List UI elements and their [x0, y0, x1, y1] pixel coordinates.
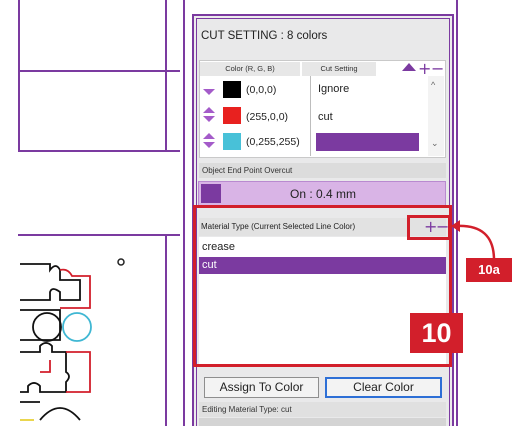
callout-10a-frame [407, 215, 451, 240]
move-up-icon[interactable] [402, 63, 416, 71]
chevron-down-icon[interactable] [203, 89, 215, 95]
remove-color-button[interactable]: − [431, 61, 444, 77]
color-column-header: Color (R, G, B) [200, 62, 300, 76]
clear-color-button[interactable]: Clear Color [325, 377, 442, 398]
cut-setting-value[interactable]: Ignore [318, 83, 349, 95]
editing-material-label: Editing Material Type: cut [199, 402, 446, 417]
color-rgb-value: (0,255,255) [246, 136, 300, 148]
design-canvas[interactable] [0, 0, 180, 426]
chevron-down-icon[interactable] [203, 142, 215, 148]
callout-10a-label: 10a [466, 258, 512, 282]
color-table-scrollbar[interactable]: ^ ⌄ [428, 76, 444, 156]
panel-bottom-strip [199, 418, 446, 426]
scroll-up-icon[interactable]: ^ [431, 80, 435, 90]
overcut-value: On : 0.4 mm [289, 187, 357, 201]
row-order-arrows[interactable] [203, 86, 215, 102]
chevron-up-icon[interactable] [203, 133, 215, 139]
overcut-toggle[interactable]: On : 0.4 mm [198, 181, 446, 206]
color-swatch-cyan [223, 133, 241, 150]
cut-setting-value[interactable]: cut [318, 111, 333, 123]
chevron-down-icon[interactable] [203, 116, 215, 122]
color-swatch-black [223, 81, 241, 98]
scroll-down-icon[interactable]: ⌄ [431, 138, 439, 149]
color-rgb-value: (0,0,0) [246, 84, 277, 96]
panel-title: CUT SETTING : 8 colors [201, 30, 328, 42]
assign-to-color-button[interactable]: Assign To Color [204, 377, 319, 398]
row-order-arrows[interactable] [203, 133, 215, 149]
callout-10-label: 10 [410, 313, 463, 353]
overcut-section-label: Object End Point Overcut [199, 163, 446, 178]
add-color-button[interactable]: + [418, 61, 431, 77]
row-order-arrows[interactable] [203, 107, 215, 123]
color-rgb-value: (255,0,0) [246, 111, 289, 123]
canvas-artwork [20, 258, 125, 421]
callout-10a-arrow [451, 220, 496, 261]
cut-setting-column-header: Cut Setting [302, 62, 376, 76]
chevron-up-icon[interactable] [203, 107, 215, 113]
color-swatch-red [223, 107, 241, 124]
cut-setting-selected-cell[interactable] [316, 133, 419, 151]
